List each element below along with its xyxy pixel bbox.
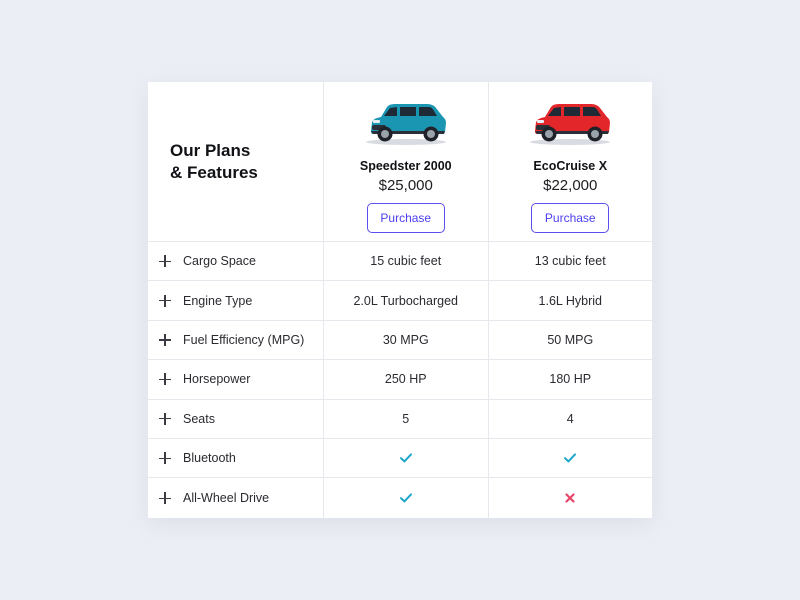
- feature-value-ecocruise: 13 cubic feet: [487, 242, 653, 281]
- plan-price: $25,000: [378, 177, 433, 194]
- feature-value-ecocruise: 4: [487, 399, 653, 438]
- plans-title-cell: Our Plans & Features: [148, 82, 323, 241]
- feature-label-cell: Horsepower: [148, 360, 323, 398]
- feature-label: Engine Type: [183, 293, 253, 308]
- feature-label: Seats: [183, 411, 215, 426]
- page-title: Our Plans & Features: [170, 140, 258, 182]
- feature-label: Horsepower: [183, 372, 251, 387]
- plans-header-row: Our Plans & Features Speedster 2000 $25,…: [148, 82, 652, 242]
- plus-icon[interactable]: [159, 373, 171, 386]
- feature-label: All-Wheel Drive: [183, 491, 270, 506]
- feature-label-cell: Bluetooth: [148, 439, 323, 477]
- plus-icon[interactable]: [159, 492, 171, 505]
- feature-row-bluetooth: Bluetooth: [148, 438, 653, 479]
- feature-value-speedster: 2.0L Turbocharged: [323, 281, 488, 320]
- feature-label-cell: Cargo Space: [148, 242, 323, 280]
- plan-column-speedster: Speedster 2000 $25,000 Purchase: [323, 82, 488, 241]
- plan-name: Speedster 2000: [359, 159, 452, 173]
- purchase-button-ecocruise[interactable]: Purchase: [531, 203, 610, 233]
- feature-label: Fuel Efficiency (MPG): [183, 332, 305, 347]
- feature-row-horsepower: Horsepower 250 HP 180 HP: [148, 360, 653, 400]
- feature-value-speedster: 15 cubic feet: [323, 242, 488, 281]
- plan-column-ecocruise: EcoCruise X $22,000 Purchase: [487, 82, 653, 241]
- purchase-button-speedster[interactable]: Purchase: [366, 203, 445, 233]
- feature-row-all-wheel-drive: All-Wheel Drive: [148, 478, 653, 518]
- feature-label-cell: Seats: [148, 400, 323, 438]
- feature-value-ecocruise: 180 HP: [487, 360, 653, 399]
- comparison-card: Our Plans & Features Speedster 2000 $25,…: [148, 82, 652, 518]
- plus-icon[interactable]: [159, 255, 171, 268]
- plus-icon[interactable]: [159, 294, 171, 307]
- feature-value-speedster: [323, 438, 488, 478]
- feature-value-ecocruise: 1.6L Hybrid: [487, 281, 653, 320]
- feature-value-ecocruise: [487, 478, 653, 518]
- plus-icon[interactable]: [159, 452, 171, 465]
- feature-row-seats: Seats 5 4: [148, 399, 653, 439]
- feature-value-speedster: 30 MPG: [323, 320, 488, 360]
- check-icon: [564, 453, 577, 463]
- plus-icon[interactable]: [159, 412, 171, 425]
- plan-name: EcoCruise X: [533, 159, 608, 173]
- check-icon: [399, 453, 412, 463]
- feature-value-ecocruise: 50 MPG: [487, 320, 653, 360]
- feature-label: Bluetooth: [183, 451, 236, 466]
- suv-car-icon: [365, 104, 446, 145]
- feature-value-ecocruise: [487, 438, 653, 478]
- cross-icon: [565, 493, 575, 503]
- feature-value-speedster: [323, 478, 488, 518]
- check-icon: [399, 493, 412, 503]
- feature-label-cell: All-Wheel Drive: [148, 478, 323, 517]
- plus-icon[interactable]: [159, 333, 171, 346]
- comparison-table: Our Plans & Features Speedster 2000 $25,…: [148, 82, 652, 518]
- feature-row-cargo-space: Cargo Space 15 cubic feet 13 cubic feet: [148, 242, 653, 282]
- feature-label-cell: Engine Type: [148, 281, 323, 319]
- feature-row-fuel-efficiency: Fuel Efficiency (MPG) 30 MPG 50 MPG: [148, 320, 653, 361]
- feature-row-engine-type: Engine Type 2.0L Turbocharged 1.6L Hybri…: [148, 281, 653, 321]
- feature-label-cell: Fuel Efficiency (MPG): [148, 321, 323, 359]
- feature-label: Cargo Space: [183, 254, 256, 269]
- feature-value-speedster: 250 HP: [323, 360, 488, 399]
- suv-car-icon: [530, 104, 611, 145]
- feature-value-speedster: 5: [323, 399, 488, 438]
- plan-price: $22,000: [543, 177, 598, 194]
